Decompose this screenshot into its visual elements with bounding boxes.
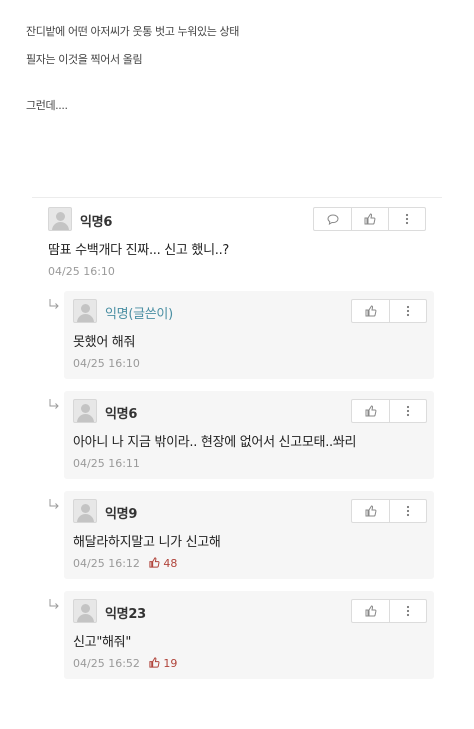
comment-time: 04/25 16:11 [73,457,140,470]
vertical-ellipsis-icon [405,213,409,225]
comment-time: 04/25 16:10 [73,357,140,370]
thumbs-up-icon [365,405,376,417]
thumbs-up-icon [365,505,376,517]
comment-actions [313,207,426,231]
comment-time: 04/25 16:12 [73,557,140,570]
like-button[interactable] [352,500,389,522]
comment-text: 신고"해줘" [73,635,131,650]
thumbs-up-icon [149,657,160,668]
comment-actions [351,499,427,523]
avatar [73,499,97,523]
avatar [73,399,97,423]
like-button[interactable] [351,208,388,230]
comment-nickname: 익명(글쓴이) [105,307,173,322]
reply-arrow-icon [49,599,59,609]
reply-arrow-icon [49,399,59,409]
comment-meta: 04/25 16:12 48 [73,557,177,570]
thumbs-up-icon [149,557,160,568]
like-count-value: 48 [163,557,178,570]
comment-actions [351,299,427,323]
reply-arrow-icon [49,299,59,309]
comment-nickname: 익명6 [80,215,113,230]
vertical-ellipsis-icon [406,405,410,417]
comment-text: 땀표 수백개다 진짜... 신고 했니..? [48,243,230,258]
vertical-ellipsis-icon [406,305,410,317]
comments-divider [32,197,442,198]
like-count: 19 [149,657,177,670]
comment-text: 못했어 해줘 [73,335,136,350]
reply-comment: 익명(글쓴이) 못했어 해줘 04/25 16:10 [64,291,434,379]
reply-comment: 익명23 신고"해줘" 04/25 16:52 19 [64,591,434,679]
more-button[interactable] [389,400,426,422]
comment-nickname: 익명9 [105,507,138,522]
more-button[interactable] [389,300,426,322]
vertical-ellipsis-icon [406,605,410,617]
reply-comment: 익명6 아아니 나 지금 밖이라.. 현장에 없어서 신고모태..쏴리 04/2… [64,391,434,479]
comment-nickname: 익명6 [105,407,138,422]
more-button[interactable] [388,208,425,230]
like-button[interactable] [352,300,389,322]
like-count: 48 [149,557,177,570]
reply-arrow-icon [49,499,59,509]
comment: 익명6 땀표 수백개다 진짜... 신고 했니..? 04/25 16:10 [40,199,436,287]
avatar [73,599,97,623]
comment-time: 04/25 16:52 [73,657,140,670]
like-button[interactable] [352,400,389,422]
comment-meta: 04/25 16:52 19 [73,657,177,670]
speech-bubble-icon [326,213,339,225]
post-line: 그런데.... [26,99,68,112]
comment-actions [351,599,427,623]
more-button[interactable] [389,600,426,622]
more-button[interactable] [389,500,426,522]
reply-comment: 익명9 해달라하지말고 니가 신고해 04/25 16:12 48 [64,491,434,579]
post-line: 잔디밭에 어떤 아저씨가 웃통 벗고 누워있는 상태 [26,25,239,38]
avatar [48,207,72,231]
comment-time: 04/25 16:10 [48,265,115,278]
avatar [73,299,97,323]
vertical-ellipsis-icon [406,505,410,517]
thumbs-up-icon [364,213,376,225]
thumbs-up-icon [365,605,376,617]
comment-text: 해달라하지말고 니가 신고해 [73,535,221,550]
comment-actions [351,399,427,423]
comment-text: 아아니 나 지금 밖이라.. 현장에 없어서 신고모태..쏴리 [73,435,357,450]
thumbs-up-icon [365,305,376,317]
like-button[interactable] [352,600,389,622]
like-count-value: 19 [163,657,178,670]
comment-nickname: 익명23 [105,607,146,622]
post-line: 필자는 이것을 찍어서 올림 [26,53,143,66]
reply-button[interactable] [314,208,351,230]
